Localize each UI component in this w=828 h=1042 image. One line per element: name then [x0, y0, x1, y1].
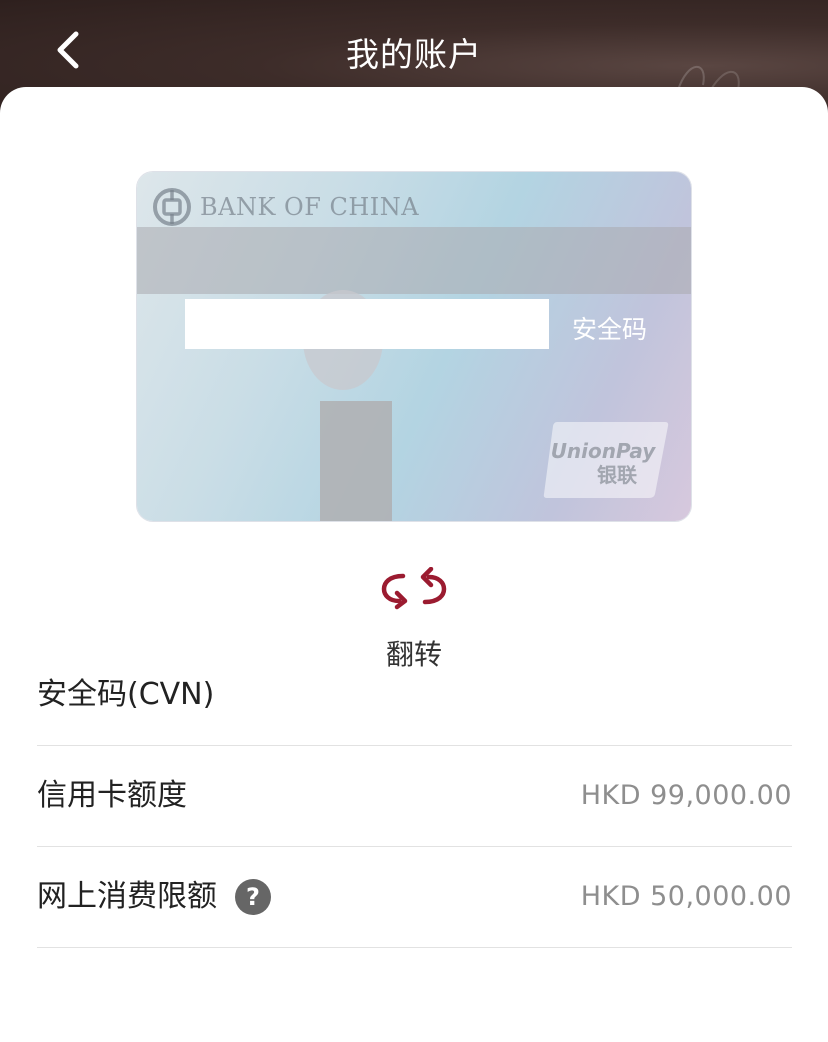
bank-name: BANK OF CHINA	[200, 193, 420, 221]
security-code-label: 安全码	[572, 315, 648, 344]
svg-text:UnionPay: UnionPay	[551, 439, 657, 463]
detail-label: 信用卡额度	[37, 778, 187, 813]
svg-text:银联: 银联	[597, 463, 637, 487]
detail-value: HKD 50,000.00	[580, 881, 792, 912]
help-icon[interactable]: ?	[235, 879, 271, 915]
credit-card-back: BANK OF CHINA 安全码 UnionPay 银联	[137, 172, 691, 521]
flip-arrows-icon	[381, 567, 447, 610]
detail-row-credit-limit: 信用卡额度 HKD 99,000.00	[37, 746, 792, 847]
bank-logo: BANK OF CHINA	[152, 187, 419, 227]
detail-row-cvn: 安全码(CVN)	[37, 645, 792, 746]
page-title: 我的账户	[346, 35, 482, 74]
detail-label-wrap: 网上消费限额 ?	[37, 847, 271, 947]
detail-row-online-limit: 网上消费限额 ? HKD 50,000.00	[37, 847, 792, 948]
bank-of-china-emblem-icon	[153, 188, 191, 226]
content-sheet: BANK OF CHINA 安全码 UnionPay 银联 翻转 安全码(CVN…	[0, 87, 828, 1042]
detail-value: HKD 99,000.00	[580, 780, 792, 811]
detail-label: 安全码(CVN)	[37, 677, 215, 712]
detail-label: 网上消费限额	[37, 879, 217, 914]
security-code-box	[185, 299, 549, 349]
unionpay-logo: UnionPay 银联	[543, 422, 669, 498]
magnetic-stripe	[137, 227, 691, 294]
card-watermark-stem	[320, 401, 392, 521]
